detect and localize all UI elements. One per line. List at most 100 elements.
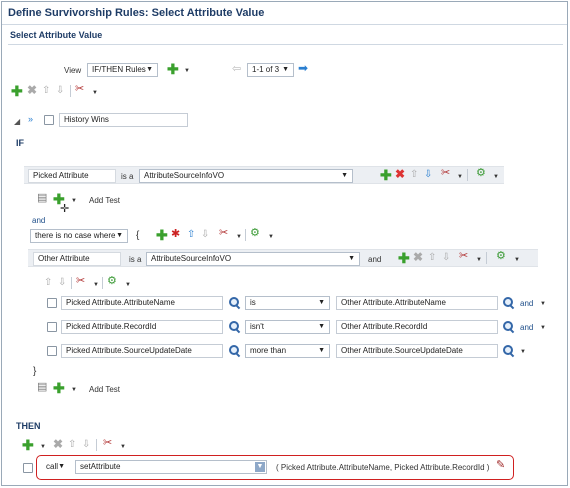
move-up-icon[interactable]: ⇧ [410,169,418,180]
test-right-field[interactable]: Other Attribute.AttributeName [336,296,498,310]
and-label: and [368,255,382,264]
other-type-select[interactable]: AttributeSourceInfoVO ▼ [146,252,360,266]
add-icon[interactable]: ✚ [22,438,34,452]
rule-name-field[interactable]: History Wins [59,113,188,127]
search-icon[interactable] [229,321,239,331]
test-conjunction[interactable]: and [520,299,533,308]
move-down-icon[interactable]: ⇩ [82,439,90,450]
test-checkbox[interactable] [47,298,57,308]
delete-icon[interactable]: ✖ [395,168,405,180]
settings-menu-chevron-icon[interactable]: ▼ [493,172,499,183]
test-checkbox[interactable] [47,346,57,356]
settings-gear-icon[interactable]: ⚙ [250,228,260,239]
add-test-label[interactable]: Add Test [89,196,120,205]
search-icon[interactable] [503,321,513,331]
collapse-triangle-icon[interactable]: ◢ [14,116,20,127]
action-checkbox[interactable] [23,463,33,473]
view-select[interactable]: IF/THEN Rules ▼ [87,63,158,77]
move-up-icon[interactable]: ⇧ [428,252,436,263]
settings-gear-icon[interactable]: ⚙ [496,251,506,262]
move-up-icon[interactable]: ⇧ [44,277,52,288]
other-attribute-name-field[interactable]: Other Attribute [33,252,121,266]
is-a-label: is a [121,172,134,181]
test-operator-select[interactable]: isn't ▼ [245,320,330,334]
search-icon[interactable] [229,345,239,355]
cut-menu-chevron-icon[interactable]: ▼ [93,280,99,291]
move-down-icon[interactable]: ⇩ [201,229,209,240]
move-down-icon[interactable]: ⇩ [442,252,450,263]
move-up-icon[interactable]: ⇧ [42,85,50,96]
test-left-field[interactable]: Picked Attribute.AttributeName [61,296,223,310]
add-test-chevron-icon[interactable]: ▼ [71,196,77,207]
test-left-field[interactable]: Picked Attribute.RecordId [61,320,223,334]
test-operator-select[interactable]: is ▼ [245,296,330,310]
move-down-icon[interactable]: ⇩ [58,277,66,288]
toolbar-separator [71,277,72,289]
cut-menu-chevron-icon[interactable]: ▼ [236,232,242,243]
move-up-icon[interactable]: ⇧ [68,439,76,450]
pager-select[interactable]: 1-1 of 3 ▼ [247,63,294,77]
search-icon[interactable] [503,297,513,307]
add-test-chevron-icon[interactable]: ▼ [71,385,77,396]
test-checkbox[interactable] [47,322,57,332]
section-subtitle: Select Attribute Value [10,30,103,40]
delete-all-icon[interactable]: ✱ [171,229,180,240]
copy-icon[interactable]: ▤ [37,193,47,204]
action-type-select[interactable]: call ▼ [41,460,70,474]
cut-icon[interactable]: ✂ [219,228,228,239]
test-right-field[interactable]: Other Attribute.SourceUpdateDate [336,344,498,358]
test-operator-select[interactable]: more than ▼ [245,344,330,358]
function-select[interactable]: setAttribute ▼ [75,460,267,474]
test-right-field[interactable]: Other Attribute.RecordId [336,320,498,334]
cut-icon[interactable]: ✂ [103,438,112,449]
mouse-cursor-icon: ✛ [60,203,70,215]
conjunction-chevron-icon[interactable]: ▼ [540,299,546,310]
delete-icon[interactable]: ✖ [53,438,63,450]
add-test-label[interactable]: Add Test [89,385,120,394]
settings-menu-chevron-icon[interactable]: ▼ [514,255,520,266]
move-down-icon[interactable]: ⇩ [424,169,432,180]
toolbar-separator [467,169,468,181]
cut-menu-chevron-icon[interactable]: ▼ [92,88,98,99]
settings-menu-chevron-icon[interactable]: ▼ [268,232,274,243]
move-down-icon[interactable]: ⇩ [56,85,64,96]
view-label: View [64,66,82,75]
test-conjunction[interactable]: and [520,323,533,332]
search-icon[interactable] [229,297,239,307]
add-menu-chevron-icon[interactable]: ▼ [184,66,190,77]
cut-icon[interactable]: ✂ [459,251,468,262]
add-rule-icon[interactable]: ✚ [167,62,179,76]
add-icon[interactable]: ✚ [11,84,23,98]
cut-menu-chevron-icon[interactable]: ▼ [476,255,482,266]
cut-menu-chevron-icon[interactable]: ▼ [120,442,126,453]
add-icon[interactable]: ✚ [380,168,392,182]
settings-gear-icon[interactable]: ⚙ [107,276,117,287]
rule-checkbox[interactable] [44,115,54,125]
cut-icon[interactable]: ✂ [441,168,450,179]
close-brace: } [33,366,37,377]
search-icon[interactable] [503,345,513,355]
picked-attribute-name-field[interactable]: Picked Attribute [28,169,116,183]
cut-menu-chevron-icon[interactable]: ▼ [457,172,463,183]
case-select[interactable]: there is no case where ▼ [30,229,128,243]
conjunction-chevron-icon[interactable]: ▼ [520,347,526,358]
copy-icon[interactable]: ▤ [37,382,47,393]
add-icon[interactable]: ✚ [398,251,410,265]
cut-icon[interactable]: ✂ [75,84,84,95]
next-page-icon[interactable]: ➡ [298,62,308,74]
previous-page-icon[interactable]: ⇦ [232,64,241,75]
add-icon[interactable]: ✚ [156,228,168,242]
add-menu-chevron-icon[interactable]: ▼ [40,442,46,453]
conjunction-chevron-icon[interactable]: ▼ [540,323,546,334]
test-left-field[interactable]: Picked Attribute.SourceUpdateDate [61,344,223,358]
cut-icon[interactable]: ✂ [76,276,85,287]
expand-all-icon[interactable]: » [28,114,33,125]
edit-arguments-icon[interactable]: ✎ [496,460,505,471]
delete-icon[interactable]: ✖ [27,84,37,96]
settings-menu-chevron-icon[interactable]: ▼ [125,280,131,291]
settings-gear-icon[interactable]: ⚙ [476,168,486,179]
delete-icon[interactable]: ✖ [413,251,423,263]
picked-type-select[interactable]: AttributeSourceInfoVO ▼ [139,169,353,183]
add-test-icon[interactable]: ✚ [53,381,65,395]
move-up-icon[interactable]: ⇧ [187,229,195,240]
